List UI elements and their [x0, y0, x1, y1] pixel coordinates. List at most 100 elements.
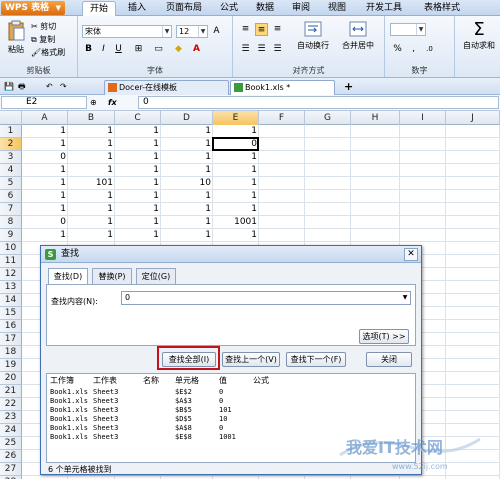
- row-header-22[interactable]: 22: [0, 398, 22, 411]
- print-icon[interactable]: 🖶: [18, 80, 26, 93]
- align-middle-icon[interactable]: ≡: [255, 23, 268, 36]
- cell-a5[interactable]: 1: [22, 177, 68, 190]
- cell-e8[interactable]: 1001: [213, 216, 259, 229]
- result-row-cell[interactable]: Book1.xls: [50, 415, 88, 423]
- row-header-23[interactable]: 23: [0, 411, 22, 424]
- result-row-cell[interactable]: 0: [219, 424, 223, 432]
- result-row-cell[interactable]: Book1.xls: [50, 433, 88, 441]
- row-header-2[interactable]: 2: [0, 138, 22, 151]
- tab-find[interactable]: 查找(D): [48, 268, 88, 285]
- cell-c7[interactable]: 1: [115, 203, 161, 216]
- wrap-text-button[interactable]: 自动换行: [293, 20, 333, 51]
- result-row-cell[interactable]: Sheet3: [93, 415, 118, 423]
- result-row-cell[interactable]: Sheet3: [93, 424, 118, 432]
- thousands-icon[interactable]: ,: [407, 43, 420, 56]
- cell-d9[interactable]: 1: [161, 229, 213, 242]
- border-icon[interactable]: ⊞: [132, 43, 145, 56]
- results-column-header[interactable]: 工作簿: [50, 375, 74, 386]
- column-header-f[interactable]: F: [259, 111, 305, 125]
- number-format-select[interactable]: ▼: [390, 23, 426, 36]
- cell-c9[interactable]: 1: [115, 229, 161, 242]
- cell-a8[interactable]: 0: [22, 216, 68, 229]
- cell-d3[interactable]: 1: [161, 151, 213, 164]
- cell-c6[interactable]: 1: [115, 190, 161, 203]
- result-row-cell[interactable]: Book1.xls: [50, 397, 88, 405]
- tab-insert[interactable]: 插入: [122, 1, 152, 16]
- row-header-5[interactable]: 5: [0, 177, 22, 190]
- cell-d5[interactable]: 10: [161, 177, 213, 190]
- result-row-cell[interactable]: $D$5: [175, 415, 192, 423]
- italic-button[interactable]: I: [97, 43, 110, 56]
- underline-button[interactable]: U: [112, 43, 125, 56]
- dialog-title-bar[interactable]: S 查找 ✕: [41, 246, 421, 263]
- autosum-button[interactable]: Σ 自动求和: [458, 20, 500, 51]
- result-row-cell[interactable]: 1001: [219, 433, 236, 441]
- row-header-25[interactable]: 25: [0, 437, 22, 450]
- cell-a4[interactable]: 1: [22, 164, 68, 177]
- cell-d4[interactable]: 1: [161, 164, 213, 177]
- format-painter-button[interactable]: 🖌格式刷: [31, 46, 65, 59]
- tab-page-layout[interactable]: 页面布局: [158, 1, 210, 16]
- column-header-e[interactable]: E: [213, 111, 259, 125]
- align-center-icon[interactable]: ☰: [255, 43, 268, 56]
- row-header-3[interactable]: 3: [0, 151, 22, 164]
- results-column-header[interactable]: 工作表: [93, 375, 117, 386]
- cell-c4[interactable]: 1: [115, 164, 161, 177]
- column-header-c[interactable]: C: [115, 111, 161, 125]
- cell-c5[interactable]: 1: [115, 177, 161, 190]
- cell-e7[interactable]: 1: [213, 203, 259, 216]
- merge-cells-icon[interactable]: ▭: [152, 43, 165, 56]
- tab-table-style[interactable]: 表格样式: [416, 1, 468, 16]
- cell-d8[interactable]: 1: [161, 216, 213, 229]
- select-all-corner[interactable]: [0, 111, 22, 125]
- result-row-cell[interactable]: $B$5: [175, 406, 192, 414]
- result-row-cell[interactable]: 101: [219, 406, 232, 414]
- find-next-button[interactable]: 查找下一个(F): [286, 352, 346, 367]
- row-header-4[interactable]: 4: [0, 164, 22, 177]
- cell-d2[interactable]: 1: [161, 138, 213, 151]
- row-header-9[interactable]: 9: [0, 229, 22, 242]
- cell-b5[interactable]: 101: [68, 177, 115, 190]
- row-header-24[interactable]: 24: [0, 424, 22, 437]
- column-header-h[interactable]: H: [351, 111, 400, 125]
- result-row-cell[interactable]: Book1.xls: [50, 388, 88, 396]
- doc-tab-docer[interactable]: Docer-在线模板: [104, 80, 229, 95]
- merge-center-button[interactable]: 合并居中: [336, 20, 380, 51]
- result-row-cell[interactable]: Sheet3: [93, 433, 118, 441]
- app-menu-button[interactable]: WPS 表格 ▼: [1, 1, 65, 15]
- cell-a3[interactable]: 0: [22, 151, 68, 164]
- result-row-cell[interactable]: 0: [219, 397, 223, 405]
- results-column-header[interactable]: 单元格: [175, 375, 199, 386]
- row-header-12[interactable]: 12: [0, 268, 22, 281]
- tab-formulas[interactable]: 公式: [214, 1, 244, 16]
- result-row-cell[interactable]: $E$8: [175, 433, 192, 441]
- result-row-cell[interactable]: Book1.xls: [50, 406, 88, 414]
- cell-b1[interactable]: 1: [68, 125, 115, 138]
- cell-e6[interactable]: 1: [213, 190, 259, 203]
- align-bottom-icon[interactable]: ≡: [271, 23, 284, 36]
- tab-goto[interactable]: 定位(G): [136, 268, 176, 284]
- column-header-i[interactable]: I: [400, 111, 446, 125]
- font-name-select[interactable]: 宋体 ▼: [82, 25, 172, 38]
- row-header-17[interactable]: 17: [0, 333, 22, 346]
- cell-c2[interactable]: 1: [115, 138, 161, 151]
- cell-b6[interactable]: 1: [68, 190, 115, 203]
- row-header-27[interactable]: 27: [0, 463, 22, 476]
- cell-e5[interactable]: 1: [213, 177, 259, 190]
- row-header-10[interactable]: 10: [0, 242, 22, 255]
- result-row-cell[interactable]: $E$2: [175, 388, 192, 396]
- cell-c1[interactable]: 1: [115, 125, 161, 138]
- close-icon[interactable]: ✕: [404, 248, 418, 261]
- decimal-icon[interactable]: .0: [423, 43, 436, 56]
- align-right-icon[interactable]: ☰: [271, 43, 284, 56]
- row-header-26[interactable]: 26: [0, 450, 22, 463]
- undo-icon[interactable]: ↶: [46, 80, 53, 93]
- column-header-a[interactable]: A: [22, 111, 68, 125]
- find-previous-button[interactable]: 查找上一个(V): [222, 352, 280, 367]
- column-header-g[interactable]: G: [305, 111, 351, 125]
- results-list[interactable]: 工作簿 工作表 名称 单元格 值 公式 Book1.xls Sheet3 $E$2 0 Book1.…: [46, 373, 416, 463]
- copy-button[interactable]: ⧉ 复制: [31, 33, 55, 46]
- row-header-15[interactable]: 15: [0, 307, 22, 320]
- column-header-j[interactable]: J: [446, 111, 500, 125]
- results-column-header[interactable]: 名称: [143, 375, 159, 386]
